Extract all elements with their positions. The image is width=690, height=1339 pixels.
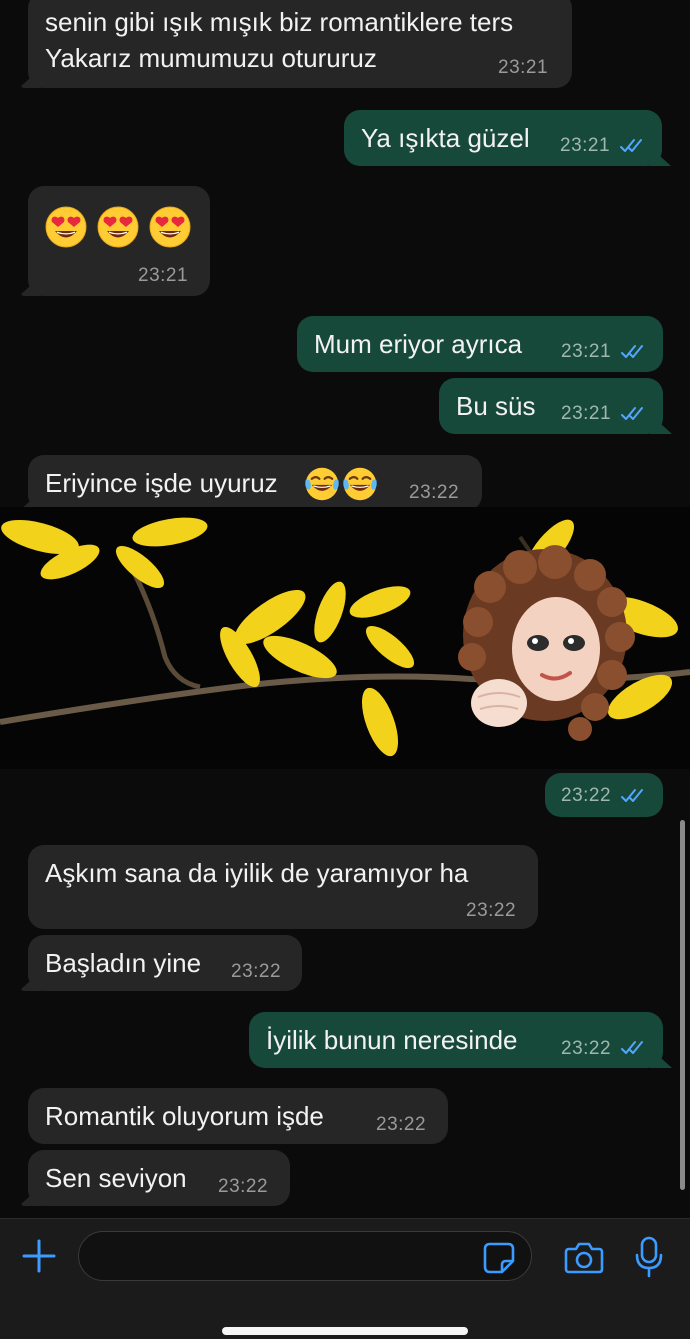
message-incoming[interactable]: 23:21: [28, 186, 210, 296]
tears-of-joy-emoji-icon: [304, 466, 340, 502]
message-time: 23:21: [561, 341, 612, 362]
message-text: Bu süs: [456, 391, 536, 421]
message-text: Eriyince işde uyuruz: [45, 468, 278, 498]
message-text: Yakarız mumumuzu otururuz: [45, 43, 377, 73]
voice-message-button[interactable]: [634, 1235, 664, 1279]
message-incoming[interactable]: Aşkım sana da iyilik de yaramıyor ha 23:…: [28, 845, 538, 929]
media-timestamp: 23:22: [545, 773, 663, 817]
message-incoming[interactable]: Romantik oluyorum işde 23:22: [28, 1088, 448, 1144]
message-text: Sen seviyon: [45, 1163, 187, 1193]
message-time: 23:22: [466, 900, 517, 921]
message-composer: [0, 1218, 690, 1339]
message-time: 23:22: [376, 1114, 427, 1135]
scroll-indicator[interactable]: [680, 820, 685, 1190]
sticker-icon: [483, 1242, 515, 1274]
sticker-button[interactable]: [482, 1241, 516, 1275]
home-indicator[interactable]: [222, 1327, 468, 1335]
message-outgoing[interactable]: Ya ışıkta güzel 23:21: [344, 110, 662, 166]
tears-of-joy-emoji-icon: [342, 466, 378, 502]
message-incoming[interactable]: Eriyince işde uyuruz 23:22: [28, 455, 482, 511]
message-outgoing[interactable]: Bu süs 23:21: [439, 378, 663, 434]
message-text: Başladın yine: [45, 948, 202, 978]
microphone-icon: [635, 1236, 663, 1278]
camera-icon: [564, 1242, 604, 1274]
message-outgoing[interactable]: İyilik bunun neresinde 23:22: [249, 1012, 663, 1068]
message-text: Romantik oluyorum işde: [45, 1101, 324, 1131]
message-time: 23:22: [561, 1038, 612, 1059]
message-time: 23:22: [561, 785, 612, 806]
message-time: 23:22: [409, 482, 460, 503]
heart-eyes-emoji-icon: [149, 206, 191, 248]
message-incoming[interactable]: Sen seviyon 23:22: [28, 1150, 290, 1206]
heart-eyes-emoji-icon: [45, 206, 87, 248]
read-receipt-icon: [620, 138, 648, 154]
read-receipt-icon: [621, 788, 649, 804]
message-text: Ya ışıkta güzel: [361, 123, 530, 153]
shared-photo[interactable]: [0, 507, 690, 769]
message-time: 23:22: [231, 961, 282, 982]
message-time: 23:21: [498, 57, 549, 78]
message-incoming[interactable]: Başladın yine 23:22: [28, 935, 302, 991]
message-outgoing[interactable]: Mum eriyor ayrıca 23:21: [297, 316, 663, 372]
message-time: 23:21: [138, 265, 189, 286]
message-text: Mum eriyor ayrıca: [314, 329, 523, 359]
message-input[interactable]: [78, 1231, 532, 1281]
message-text: Aşkım sana da iyilik de yaramıyor ha: [45, 858, 469, 888]
forsythia-photo-image: [0, 507, 690, 769]
message-time: 23:21: [560, 135, 611, 156]
attach-button[interactable]: [20, 1237, 58, 1275]
read-receipt-icon: [621, 1040, 649, 1056]
heart-eyes-emoji-icon: [97, 206, 139, 248]
plus-icon: [22, 1239, 56, 1273]
message-text: İyilik bunun neresinde: [266, 1025, 518, 1055]
chat-area[interactable]: senin gibi ışık mışık biz romantiklere t…: [0, 0, 690, 1218]
message-incoming[interactable]: senin gibi ışık mışık biz romantiklere t…: [28, 0, 572, 88]
read-receipt-icon: [621, 344, 649, 360]
read-receipt-icon: [621, 406, 649, 422]
message-time: 23:21: [561, 403, 612, 424]
message-time: 23:22: [218, 1176, 269, 1197]
camera-button[interactable]: [564, 1239, 604, 1275]
message-text: senin gibi ışık mışık biz romantiklere t…: [45, 7, 514, 37]
